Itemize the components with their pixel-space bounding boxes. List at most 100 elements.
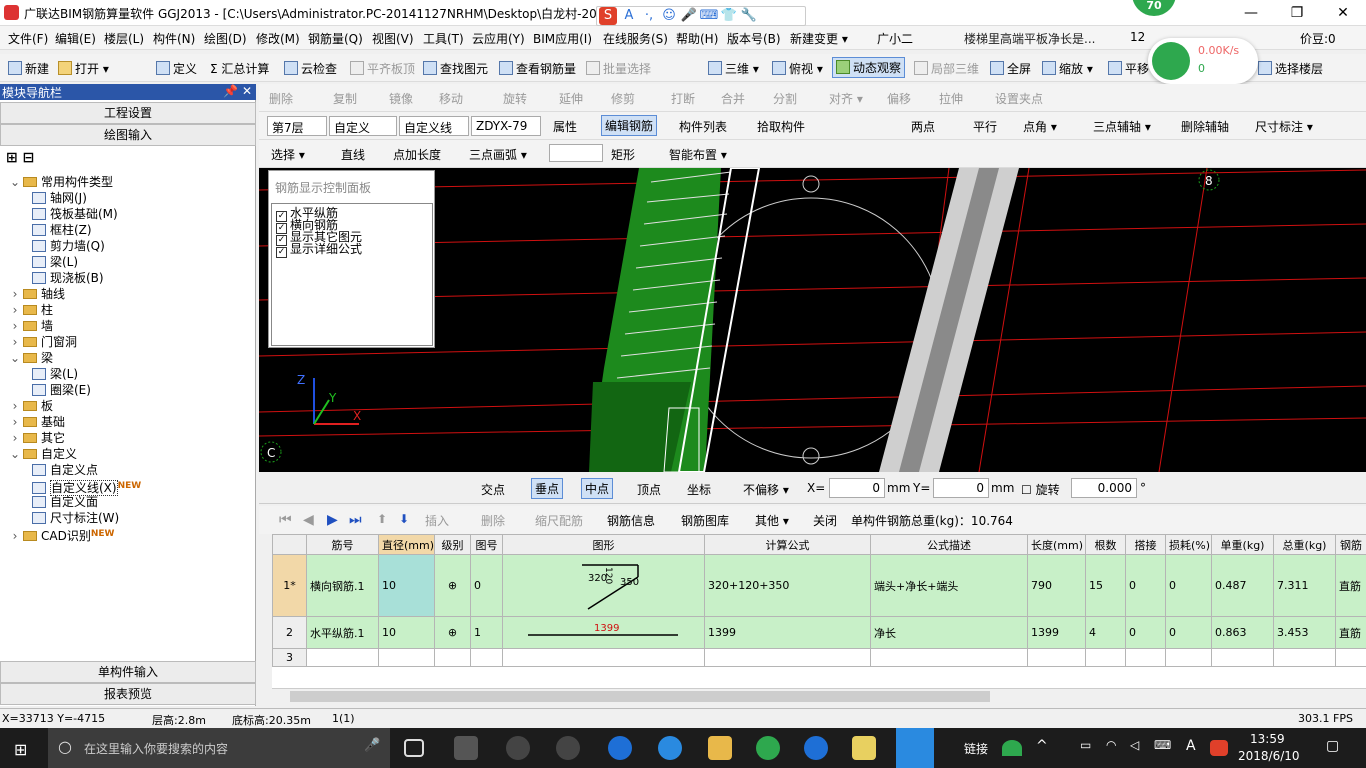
taskbar-search[interactable]: ○ 在这里输入你要搜索的内容 🎤 <box>48 728 390 768</box>
cell-lap[interactable]: 0 <box>1125 554 1166 617</box>
guanglianda-g-icon[interactable] <box>804 736 828 760</box>
cell-empty[interactable] <box>1125 648 1166 667</box>
collapse-icon[interactable]: ⌄ <box>10 350 20 366</box>
cell-diameter[interactable]: 10 <box>378 554 435 617</box>
price-beans[interactable]: 价豆:0 <box>1300 30 1336 47</box>
align-slab-button[interactable]: 平齐板顶 <box>350 60 415 77</box>
network-speed-widget[interactable]: 0.00K/s 0 <box>1148 38 1258 84</box>
tray-network-icon[interactable]: ◠ <box>1106 738 1116 752</box>
task-view-icon[interactable] <box>404 739 424 757</box>
browser-e-icon[interactable] <box>506 736 530 760</box>
tree-item[interactable]: 现浇板(B) <box>32 270 104 286</box>
news-ticker[interactable]: 楼梯里高端平板净长是... <box>964 30 1095 47</box>
three-point-axis-button[interactable]: 三点辅轴 ▾ <box>1093 118 1151 135</box>
ime-punct-icon[interactable]: ·, <box>639 7 659 25</box>
tray-lang[interactable]: A <box>1186 738 1196 754</box>
offset-select[interactable]: 不偏移 ▾ <box>743 481 789 498</box>
menu-cloud[interactable]: 云应用(Y) <box>472 30 525 47</box>
tree-folder[interactable]: › 其它 <box>10 430 65 446</box>
component-list-button[interactable]: 构件列表 <box>679 118 727 135</box>
col-header[interactable]: 直径(mm) <box>378 534 435 555</box>
snap-intersection[interactable]: 交点 <box>481 481 505 498</box>
guang-xiaoer-button[interactable]: 广小二 <box>877 30 913 47</box>
cloud-check-button[interactable]: 云检查 <box>284 60 337 77</box>
tray-keyboard-icon[interactable]: ⌨ <box>1154 738 1171 752</box>
mirror-button[interactable]: 镜像 <box>389 90 413 107</box>
cell-empty[interactable] <box>502 648 705 667</box>
menu-view[interactable]: 视图(V) <box>372 30 414 47</box>
new-change-button[interactable]: 新建变更 ▾ <box>790 30 848 47</box>
security-badge[interactable]: 70 <box>1132 0 1176 16</box>
cell-grade[interactable]: ⊕ <box>434 616 471 649</box>
tree-item[interactable]: 梁(L) <box>32 254 78 270</box>
arc-option-select[interactable] <box>549 144 603 162</box>
menu-bim[interactable]: BIM应用(I) <box>533 30 592 47</box>
col-header[interactable]: 搭接 <box>1125 534 1166 555</box>
cell-empty[interactable] <box>870 648 1028 667</box>
col-header[interactable]: 总重(kg) <box>1273 534 1336 555</box>
tree-item[interactable]: 梁(L) <box>32 366 78 382</box>
expand-icon[interactable]: › <box>10 414 20 430</box>
col-header[interactable]: 长度(mm) <box>1027 534 1086 555</box>
menu-file[interactable]: 文件(F) <box>8 30 48 47</box>
view-rebar-button[interactable]: 查看钢筋量 <box>499 60 576 77</box>
tree-folder[interactable]: › 柱 <box>10 302 53 318</box>
maximize-button[interactable]: ❐ <box>1274 0 1320 26</box>
tree-item[interactable]: 自定义面 <box>32 494 98 510</box>
ime-keyboard-icon[interactable]: ⌨ <box>699 7 719 25</box>
cell-loss[interactable]: 0 <box>1165 554 1212 617</box>
col-header[interactable]: 计算公式 <box>704 534 871 555</box>
cell-name[interactable]: 横向钢筋.1 <box>306 554 379 617</box>
cell-empty[interactable] <box>306 648 379 667</box>
col-header[interactable]: 图号 <box>470 534 503 555</box>
move-down-icon[interactable]: ⬇ <box>399 512 409 526</box>
table-row[interactable]: 3 <box>272 648 1366 667</box>
expand-icon[interactable]: › <box>10 286 20 302</box>
tree-item[interactable]: 圈梁(E) <box>32 382 91 398</box>
set-grip-button[interactable]: 设置夹点 <box>995 90 1043 107</box>
active-app-icon[interactable] <box>896 728 934 768</box>
rotate-button[interactable]: 旋转 <box>503 90 527 107</box>
open-button[interactable]: 打开 ▾ <box>58 60 109 77</box>
expand-icon[interactable]: › <box>10 398 20 414</box>
cell-type[interactable]: 直筋 <box>1335 554 1366 617</box>
snap-vertex[interactable]: 顶点 <box>637 481 661 498</box>
cell-shape[interactable]: 320 350 120 <box>502 554 705 617</box>
project-settings-button[interactable]: 工程设置 <box>0 102 256 124</box>
move-button[interactable]: 移动 <box>439 90 463 107</box>
find-element-button[interactable]: 查找图元 <box>423 60 488 77</box>
tree-item[interactable]: 自定义点 <box>32 462 98 478</box>
menu-tools[interactable]: 工具(T) <box>423 30 464 47</box>
tree-folder[interactable]: ⌄ 梁 <box>10 350 53 366</box>
point-angle-button[interactable]: 点角 ▾ <box>1023 118 1057 135</box>
cell-total-weight[interactable]: 3.453 <box>1273 616 1336 649</box>
single-component-button[interactable]: 单构件输入 <box>0 661 256 683</box>
green-app-icon[interactable] <box>756 736 780 760</box>
align-button[interactable]: 对齐 ▾ <box>829 90 863 107</box>
select-floor-button[interactable]: 选择楼层 <box>1258 60 1323 77</box>
expand-icon[interactable]: › <box>10 302 20 318</box>
subtype-select[interactable]: 自定义线 <box>399 116 469 136</box>
tray-battery-icon[interactable]: ▭ <box>1080 738 1091 752</box>
ime-toolbar[interactable]: S A ·, ☺ 🎤 ⌨ 👕 🔧 <box>596 6 806 26</box>
col-header[interactable]: 根数 <box>1085 534 1126 555</box>
col-header[interactable]: 级别 <box>434 534 471 555</box>
ime-tool-icon[interactable]: 🔧 <box>739 7 759 25</box>
tray-wifi-icon[interactable] <box>1002 740 1022 756</box>
tray-sogou-icon[interactable] <box>1210 740 1228 756</box>
expand-icon[interactable]: › <box>10 318 20 334</box>
app-fan-icon[interactable] <box>454 736 478 760</box>
snap-midpoint[interactable]: 中点 <box>581 478 614 499</box>
snap-coordinate[interactable]: 坐标 <box>687 481 711 498</box>
file-explorer-icon[interactable] <box>708 736 732 760</box>
user-id[interactable]: 12 <box>1130 30 1145 44</box>
cell-length[interactable]: 1399 <box>1027 616 1086 649</box>
merge-button[interactable]: 合并 <box>721 90 745 107</box>
ime-skin-icon[interactable]: 👕 <box>719 7 739 25</box>
tree-folder[interactable]: › CAD识别NEW <box>10 526 115 543</box>
menu-draw[interactable]: 绘图(D) <box>204 30 247 47</box>
cell-empty[interactable] <box>1211 648 1274 667</box>
next-record-icon[interactable]: ▶ <box>327 512 338 528</box>
cell-unit-weight[interactable]: 0.487 <box>1211 554 1274 617</box>
cell-empty[interactable] <box>378 648 435 667</box>
